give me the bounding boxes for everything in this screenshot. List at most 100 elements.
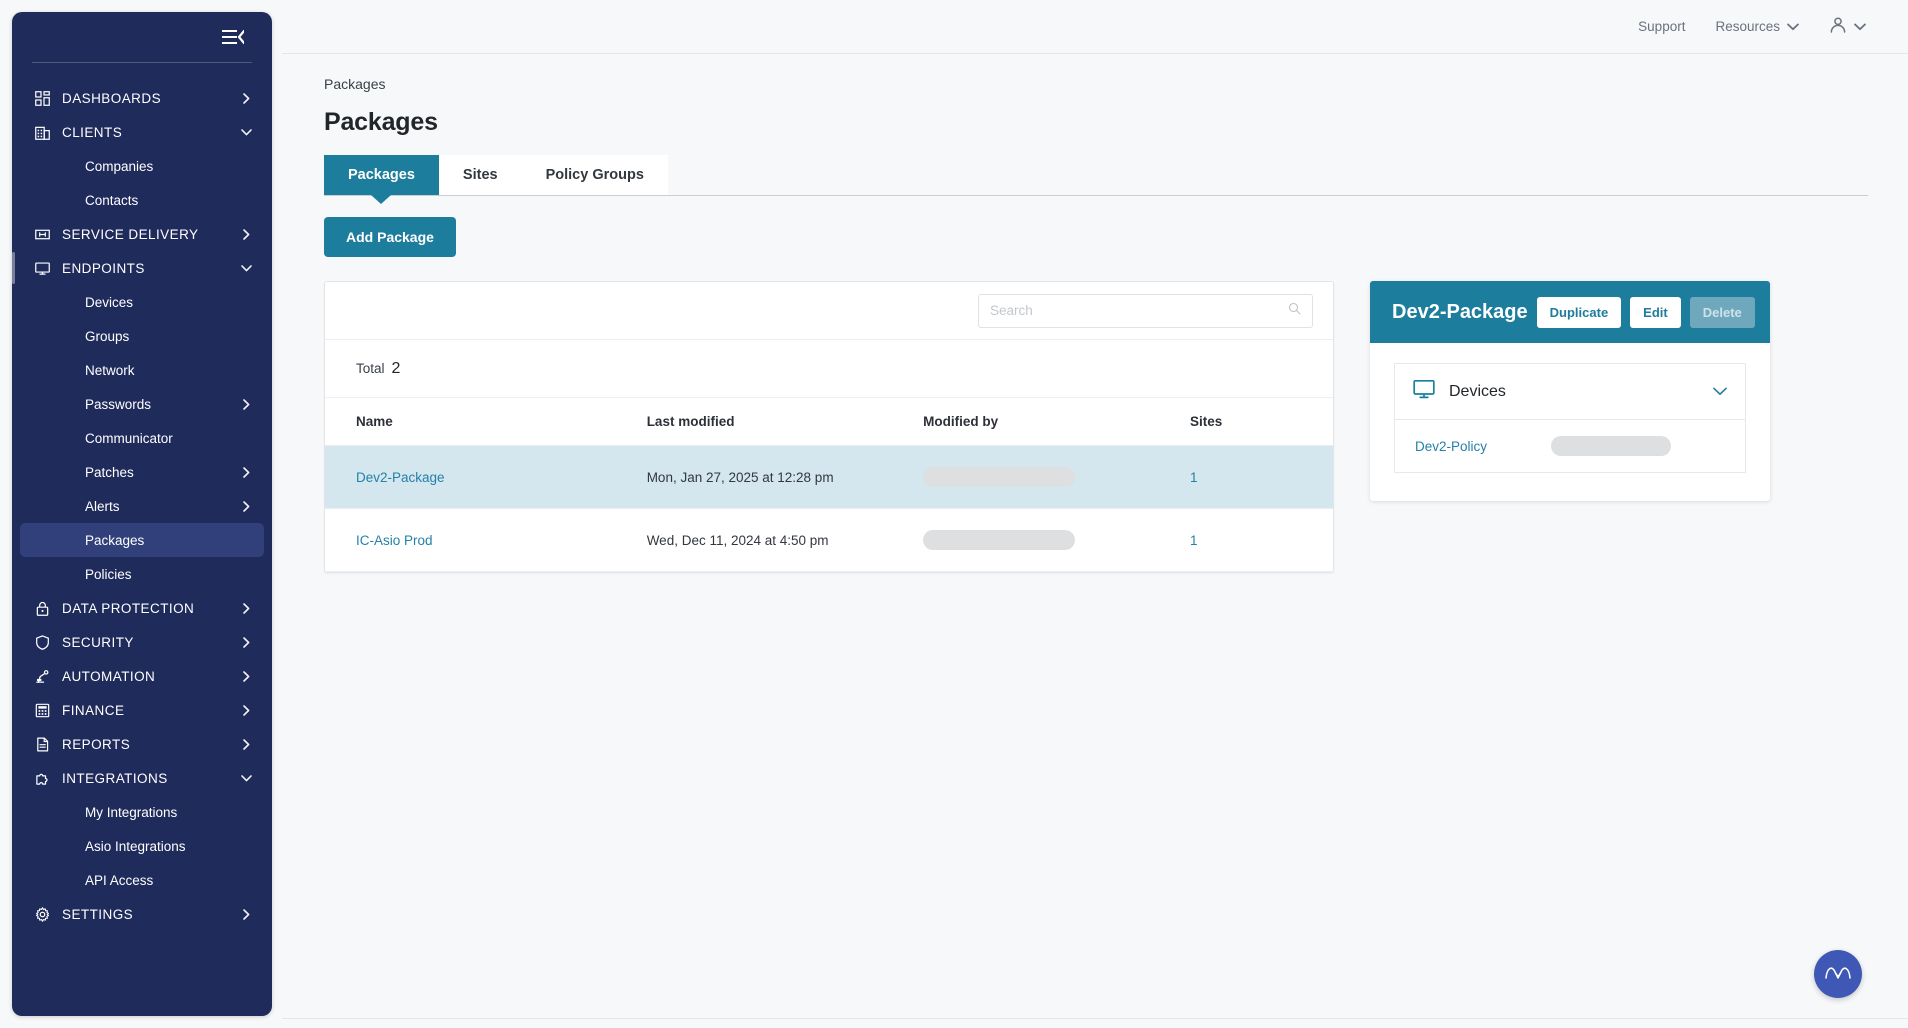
total-value: 2	[392, 360, 401, 378]
document-icon	[32, 734, 52, 754]
edit-button[interactable]: Edit	[1630, 297, 1681, 328]
sidebar-item-label: My Integrations	[85, 805, 177, 820]
sidebar-item-companies[interactable]: Companies	[20, 149, 264, 183]
sidebar-item-label: Groups	[85, 329, 129, 344]
table-row[interactable]: Dev2-Package Mon, Jan 27, 2025 at 12:28 …	[325, 446, 1333, 509]
gear-icon	[32, 904, 52, 924]
monitor-icon	[32, 258, 52, 278]
chevron-right-icon	[240, 908, 252, 920]
table-row[interactable]: IC-Asio Prod Wed, Dec 11, 2024 at 4:50 p…	[325, 509, 1333, 572]
toolbar: Add Package	[324, 196, 1868, 257]
sidebar-item-label: Devices	[85, 295, 133, 310]
chat-bot-icon	[1824, 962, 1852, 987]
sidebar-item-groups[interactable]: Groups	[20, 319, 264, 353]
sidebar-item-data-protection[interactable]: DATA PROTECTION	[20, 591, 264, 625]
sidebar-item-security[interactable]: SECURITY	[20, 625, 264, 659]
puzzle-icon	[32, 768, 52, 788]
chevron-down-icon[interactable]	[1713, 383, 1727, 401]
account-menu[interactable]	[1829, 16, 1866, 37]
lock-icon	[32, 598, 52, 618]
page-title: Packages	[324, 108, 1868, 137]
policy-link[interactable]: Dev2-Policy	[1415, 439, 1487, 454]
chevron-right-icon	[240, 466, 252, 478]
sidebar-item-passwords[interactable]: Passwords	[20, 387, 264, 421]
sidebar-item-contacts[interactable]: Contacts	[20, 183, 264, 217]
column-header-name[interactable]: Name	[325, 398, 647, 446]
detail-panel-header: Dev2-Package Duplicate Edit Delete	[1370, 281, 1770, 343]
tab-label: Packages	[348, 167, 415, 183]
detail-panel-body: Devices Dev2-Policy	[1370, 343, 1770, 501]
chevron-down-icon	[240, 772, 252, 784]
sidebar-item-patches[interactable]: Patches	[20, 455, 264, 489]
sidebar-item-label: Communicator	[85, 431, 173, 446]
main-area: Support Resources	[282, 0, 1908, 1028]
column-header-last-modified[interactable]: Last modified	[647, 398, 923, 446]
sidebar-item-clients[interactable]: CLIENTS	[20, 115, 264, 149]
collapse-menu-icon[interactable]	[220, 26, 246, 48]
sidebar-item-asio-integrations[interactable]: Asio Integrations	[20, 829, 264, 863]
resources-menu[interactable]: Resources	[1715, 19, 1799, 34]
sidebar-item-service-delivery[interactable]: SERVICE DELIVERY	[20, 217, 264, 251]
sidebar-item-label: REPORTS	[62, 737, 130, 752]
sidebar-item-label: Companies	[85, 159, 153, 174]
dashboard-grid-icon	[32, 88, 52, 108]
add-package-button[interactable]: Add Package	[324, 217, 456, 257]
ticket-icon	[32, 224, 52, 244]
content-columns: Total 2 Name Last modified Modified by S…	[324, 281, 1868, 573]
sidebar-item-reports[interactable]: REPORTS	[20, 727, 264, 761]
tab-policy-groups[interactable]: Policy Groups	[522, 155, 668, 195]
sidebar-item-alerts[interactable]: Alerts	[20, 489, 264, 523]
sidebar-item-finance[interactable]: FINANCE	[20, 693, 264, 727]
support-link[interactable]: Support	[1638, 19, 1685, 34]
search-box[interactable]	[978, 294, 1313, 328]
sidebar-item-devices[interactable]: Devices	[20, 285, 264, 319]
sidebar-item-label: SETTINGS	[62, 907, 133, 922]
sidebar-item-integrations[interactable]: INTEGRATIONS	[20, 761, 264, 795]
sidebar-item-packages[interactable]: Packages	[20, 523, 264, 557]
sidebar-item-label: Passwords	[85, 397, 151, 412]
package-link[interactable]: IC-Asio Prod	[356, 533, 433, 548]
sidebar-item-communicator[interactable]: Communicator	[20, 421, 264, 455]
chevron-right-icon	[240, 398, 252, 410]
search-icon	[1288, 302, 1301, 320]
total-label: Total	[356, 361, 385, 376]
sidebar-item-automation[interactable]: AUTOMATION	[20, 659, 264, 693]
redacted-value	[1551, 436, 1671, 456]
search-input[interactable]	[990, 303, 1288, 318]
table-search-row	[325, 282, 1333, 340]
sidebar-item-endpoints[interactable]: ENDPOINTS	[20, 251, 264, 285]
sidebar-item-api-access[interactable]: API Access	[20, 863, 264, 897]
tab-sites[interactable]: Sites	[439, 155, 522, 195]
devices-accordion-header[interactable]: Devices	[1395, 364, 1745, 420]
sidebar-item-dashboards[interactable]: DASHBOARDS	[20, 81, 264, 115]
package-link[interactable]: Dev2-Package	[356, 470, 445, 485]
tab-packages[interactable]: Packages	[324, 155, 439, 195]
duplicate-button[interactable]: Duplicate	[1537, 297, 1622, 328]
chevron-right-icon	[240, 500, 252, 512]
robot-arm-icon	[32, 666, 52, 686]
sidebar-item-label: API Access	[85, 873, 153, 888]
sidebar-item-label: Asio Integrations	[85, 839, 186, 854]
redacted-value	[923, 530, 1075, 550]
chevron-right-icon	[240, 228, 252, 240]
sidebar-item-label: AUTOMATION	[62, 669, 155, 684]
support-label: Support	[1638, 19, 1685, 34]
sites-count-link[interactable]: 1	[1190, 470, 1198, 485]
column-header-modified-by[interactable]: Modified by	[923, 398, 1190, 446]
sidebar-item-settings[interactable]: SETTINGS	[20, 897, 264, 931]
devices-accordion-title: Devices	[1449, 383, 1506, 401]
sidebar-item-policies[interactable]: Policies	[20, 557, 264, 591]
sidebar-divider	[32, 62, 252, 63]
column-header-sites[interactable]: Sites	[1190, 398, 1333, 446]
sites-count-link[interactable]: 1	[1190, 533, 1198, 548]
table-body: Dev2-Package Mon, Jan 27, 2025 at 12:28 …	[325, 446, 1333, 572]
sidebar-item-label: Packages	[85, 533, 144, 548]
sidebar-item-label: Patches	[85, 465, 134, 480]
cell-sites: 1	[1190, 446, 1333, 509]
sidebar-item-my-integrations[interactable]: My Integrations	[20, 795, 264, 829]
sidebar-item-label: FINANCE	[62, 703, 124, 718]
sidebar-item-label: Policies	[85, 567, 132, 582]
chat-bot-fab[interactable]	[1814, 950, 1862, 998]
chevron-right-icon	[240, 636, 252, 648]
sidebar-item-network[interactable]: Network	[20, 353, 264, 387]
